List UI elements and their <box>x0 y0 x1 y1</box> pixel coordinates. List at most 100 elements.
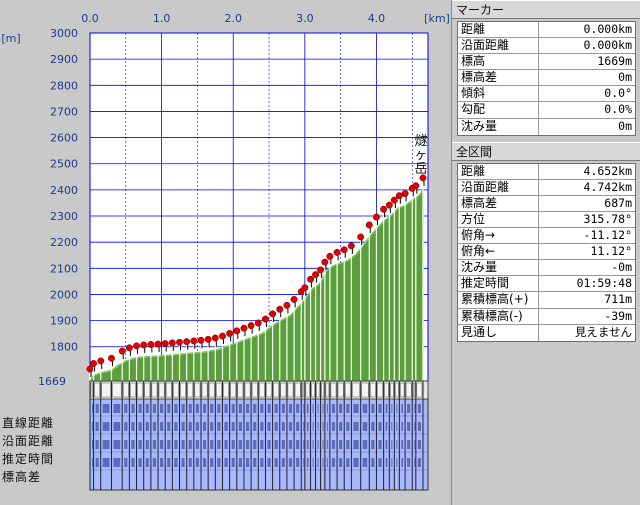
segment-cell-value <box>231 422 235 431</box>
info-row: 方位 315.78° <box>458 211 635 229</box>
info-row: 累積標高(-) -39m <box>458 308 635 325</box>
segment-cell-tab <box>259 382 265 398</box>
segment-cell-value <box>296 440 300 449</box>
segment-cell-value <box>195 404 199 413</box>
segment-cell-value <box>138 404 142 413</box>
waypoint-marker <box>86 365 94 373</box>
segment-cell-tab <box>165 382 172 398</box>
waypoint-marker <box>385 201 393 209</box>
segment-cell-value <box>202 440 207 449</box>
segment-cell-tab <box>244 382 251 398</box>
y-tick-label: 2200 <box>50 236 78 249</box>
segment-cell-value <box>317 404 319 413</box>
segment-cell-value <box>346 440 350 449</box>
info-key: 勾配 <box>458 102 539 118</box>
info-key: 見通し <box>458 324 539 341</box>
segment-cell-value <box>152 404 157 413</box>
waypoint-marker <box>395 192 403 200</box>
segment-cell-value <box>407 404 411 413</box>
segment-cell-value <box>407 458 411 467</box>
waypoint-marker <box>247 322 255 330</box>
segment-cell-tab <box>90 382 93 398</box>
segment-cell-tab <box>302 382 305 398</box>
segment-cell-value <box>145 440 149 449</box>
segment-cell-value <box>322 404 324 413</box>
waypoint-marker <box>133 342 140 350</box>
segment-cell-value <box>331 458 336 467</box>
waypoint-marker <box>190 337 198 345</box>
segment-cell-tab <box>330 382 337 398</box>
segment-cell-value <box>267 458 271 467</box>
info-key: 俯角→ <box>458 228 539 244</box>
waypoint-marker <box>197 336 205 344</box>
waypoint-marker <box>317 266 325 274</box>
segment-cell-value <box>152 440 157 449</box>
segment-cell-value <box>95 458 99 467</box>
segment-cell-value <box>371 422 375 431</box>
segment-cell-value <box>145 458 149 467</box>
segment-cell-value <box>181 458 185 467</box>
segment-cell-value <box>102 458 110 467</box>
x-tick-label: 3.0 <box>296 12 314 25</box>
segment-cell-tab <box>194 382 201 398</box>
x-tick-label: 1.0 <box>153 12 171 25</box>
peak-label-char: 燧 <box>414 134 427 149</box>
segment-cell-value <box>231 404 235 413</box>
segment-cell-tab <box>390 382 394 398</box>
segment-cell-value <box>210 404 214 413</box>
info-row: 距離 0.000km <box>458 22 635 39</box>
segment-cell-value <box>322 440 324 449</box>
segment-cell-value <box>391 440 393 449</box>
segment-cell-value <box>253 422 257 431</box>
y-unit-label: [m] <box>1 32 20 45</box>
segment-cell-value <box>281 404 285 413</box>
info-row: 傾斜 0.0° <box>458 86 635 103</box>
y-tick-label: 2500 <box>50 158 78 171</box>
waypoint-marker <box>365 221 373 229</box>
segment-cell-value <box>267 440 271 449</box>
segment-cell-value <box>414 440 416 449</box>
segment-cell-tab <box>337 382 344 398</box>
info-row: 俯角← 11.12° <box>458 244 635 261</box>
waypoint-marker <box>140 341 148 349</box>
waypoint-marker <box>261 315 269 323</box>
info-panel: マーカー 距離 0.000km 沿面距離 0.000km 標高 1669m 標高差 0m 傾斜 0… <box>451 0 640 505</box>
waypoint-marker <box>254 319 262 327</box>
segment-cell-value <box>288 440 293 449</box>
segment-cell-value <box>353 458 359 467</box>
segment-cell-value <box>396 404 398 413</box>
waypoint-marker <box>401 190 409 198</box>
waypoint-marker <box>168 339 176 347</box>
info-value: 0m <box>618 118 632 133</box>
segment-cell-value <box>92 440 93 449</box>
segment-cell-tab <box>361 382 369 398</box>
segment-cell-tab <box>287 382 294 398</box>
waypoint-marker <box>161 340 169 348</box>
info-row: 沿面距離 4.742km <box>458 179 635 196</box>
segment-cell-value <box>417 404 421 413</box>
info-value: 711m <box>604 292 632 307</box>
info-value: 0.0° <box>604 86 632 101</box>
segment-cell-value <box>160 404 164 413</box>
segment-cell-tab <box>216 382 222 398</box>
segment-cell-value <box>92 404 93 413</box>
info-key: 沈み量 <box>458 118 539 135</box>
segment-cell-value <box>188 440 192 449</box>
segment-cell-value <box>417 422 421 431</box>
info-key: 累積標高(-) <box>458 308 539 324</box>
info-value: 0.000km <box>583 38 632 53</box>
segment-cell-tab <box>321 382 325 398</box>
segment-cell-value <box>288 422 293 431</box>
segment-cell-value <box>124 440 128 449</box>
segment-cell-value <box>312 440 314 449</box>
y-tick-label: 2800 <box>50 79 78 92</box>
info-key: 距離 <box>458 22 539 38</box>
segment-cell-value <box>181 404 185 413</box>
segment-cell-value <box>331 422 336 431</box>
segment-cell-value <box>181 422 185 431</box>
segment-cell-value <box>138 440 142 449</box>
segment-cell-value <box>92 422 93 431</box>
segment-cell-value <box>303 404 305 413</box>
segment-cell-value <box>138 458 142 467</box>
waypoint-marker <box>108 354 115 362</box>
